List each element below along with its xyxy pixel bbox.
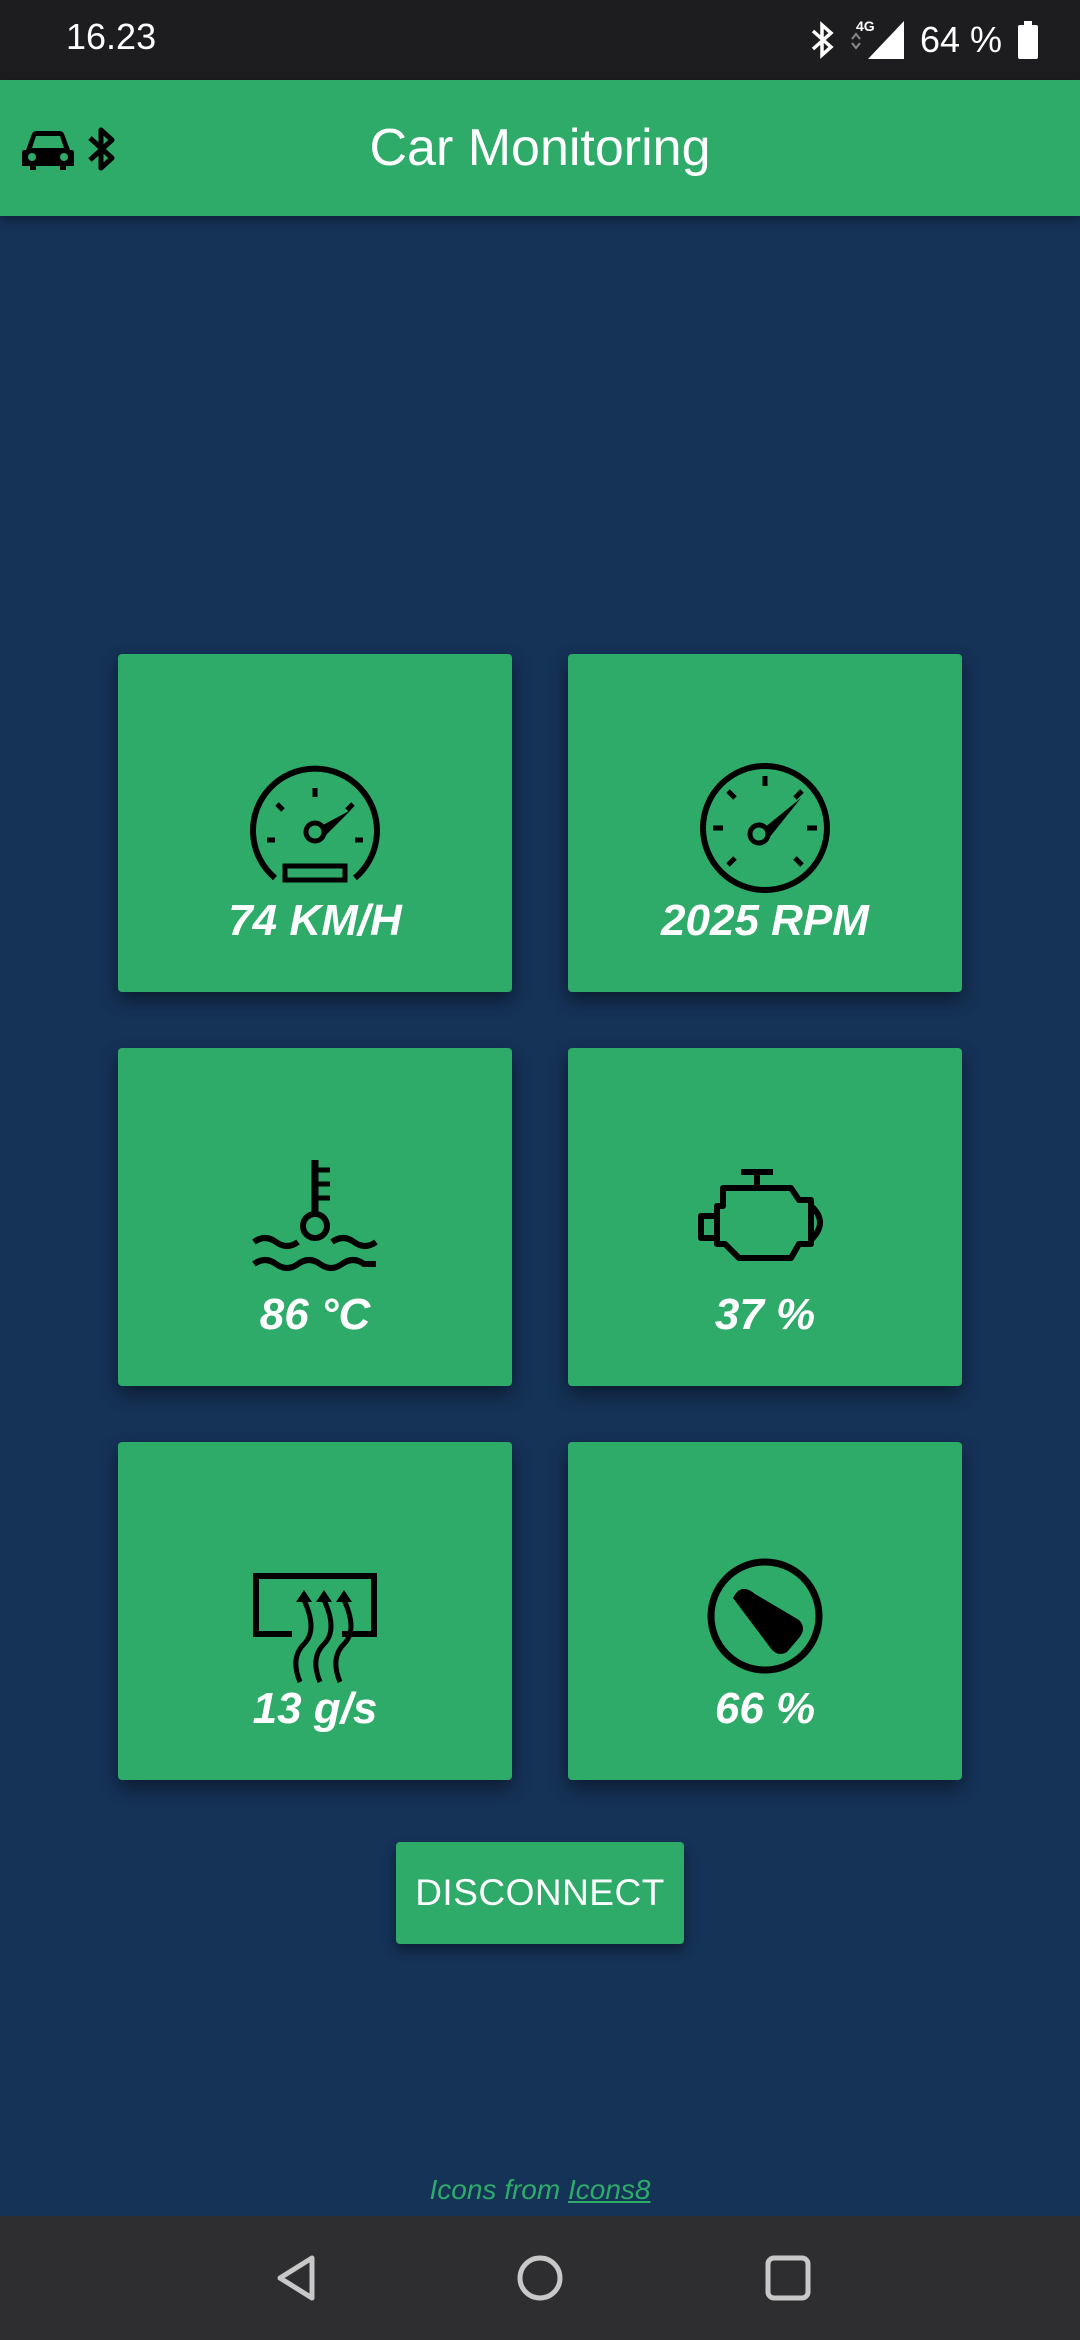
coolant-temperature-value: 86 °C xyxy=(259,1290,371,1339)
tachometer-icon xyxy=(700,763,830,893)
status-icons: 4G 64 % xyxy=(810,14,1040,66)
throttle-value: 66 % xyxy=(714,1684,816,1733)
app-bar: Car Monitoring xyxy=(0,80,1080,216)
navigation-bar xyxy=(0,2216,1080,2340)
engine-icon xyxy=(698,1169,823,1261)
status-bar: 16.23 4G 64 % xyxy=(0,0,1080,80)
coolant-temperature-icon xyxy=(252,1160,378,1271)
status-time: 16.23 xyxy=(66,16,157,57)
app-title: Car Monitoring xyxy=(369,119,711,177)
rpm-tile: 2025 RPM xyxy=(568,654,962,992)
battery-icon xyxy=(1018,21,1038,59)
air-flow-value: 13 g/s xyxy=(252,1684,378,1733)
speedometer-icon xyxy=(250,765,380,883)
speed-tile: 74 KM/H xyxy=(118,654,512,992)
credit-prefix: Icons from xyxy=(429,2174,568,2205)
signal-icon: 4G xyxy=(851,19,904,59)
battery-percentage: 64 % xyxy=(919,19,1002,60)
disconnect-button[interactable]: DISCONNECT xyxy=(396,1842,684,1944)
air-flow-tile: 13 g/s xyxy=(118,1442,512,1780)
airflow-icon xyxy=(253,1573,377,1683)
icons8-link[interactable]: Icons8 xyxy=(568,2174,651,2205)
rpm-value: 2025 RPM xyxy=(661,896,869,945)
back-icon[interactable] xyxy=(266,2248,326,2308)
engine-load-value: 37 % xyxy=(714,1290,816,1339)
network-label: 4G xyxy=(856,19,875,34)
bluetooth-icon xyxy=(811,21,834,59)
coolant-temperature-tile: 86 °C xyxy=(118,1048,512,1386)
throttle-tile: 66 % xyxy=(568,1442,962,1780)
engine-load-tile: 37 % xyxy=(568,1048,962,1386)
speed-value: 74 KM/H xyxy=(228,896,402,945)
home-icon[interactable] xyxy=(510,2248,570,2308)
icons-credit: Icons from Icons8 xyxy=(0,2174,1080,2206)
throttle-icon xyxy=(707,1558,823,1674)
recents-icon[interactable] xyxy=(758,2248,818,2308)
